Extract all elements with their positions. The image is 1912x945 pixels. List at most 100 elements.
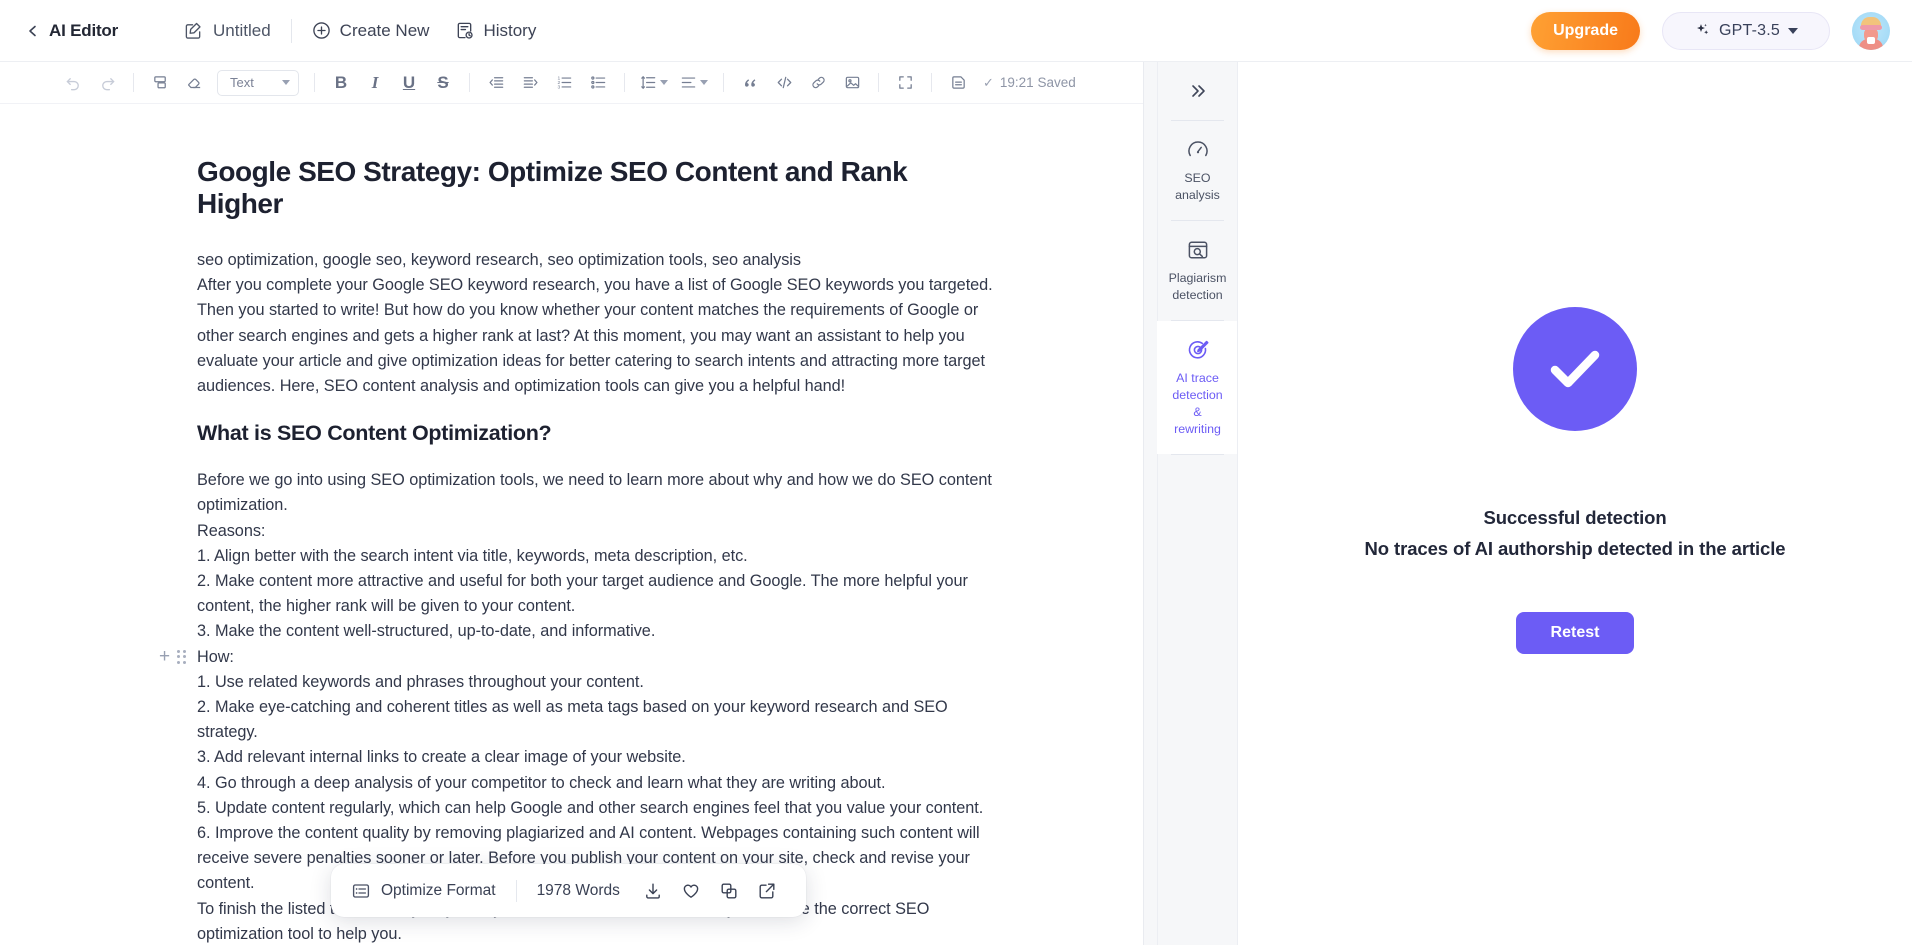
format-painter-icon[interactable] xyxy=(143,68,177,98)
sidebar-item-ai-trace-detection[interactable]: AI trace detection & rewriting xyxy=(1158,321,1237,454)
doc-line: 1. Align better with the search intent v… xyxy=(197,546,748,565)
undo-icon[interactable] xyxy=(56,68,90,98)
chevron-left-icon[interactable] xyxy=(26,24,40,38)
toolbar-divider xyxy=(624,73,625,92)
quote-icon[interactable] xyxy=(733,68,767,98)
doc-line: 4. Go through a deep analysis of your co… xyxy=(197,773,886,792)
sparkle-icon xyxy=(1694,22,1711,39)
keywords-line: seo optimization, google seo, keyword re… xyxy=(197,251,801,269)
toolbar-divider xyxy=(723,73,724,92)
document-action-bar: Optimize Format 1978 Words xyxy=(331,864,806,917)
toolbar-divider xyxy=(133,73,134,92)
copy-button[interactable] xyxy=(710,874,748,908)
sidebar-item-label-2: detection xyxy=(1172,388,1223,402)
sidebar-item-seo-analysis[interactable]: SEO analysis xyxy=(1158,121,1237,220)
format-toolbar: Text B I U S 123 ✓ 19:21 Saved xyxy=(0,62,1143,104)
text-style-value: Text xyxy=(230,75,254,90)
line-height-button[interactable] xyxy=(634,68,674,98)
share-button[interactable] xyxy=(748,874,786,908)
link-icon[interactable] xyxy=(801,68,835,98)
ordered-list-icon[interactable]: 123 xyxy=(547,68,581,98)
download-button[interactable] xyxy=(634,874,672,908)
section-heading: What is SEO Content Optimization? xyxy=(197,421,552,446)
editor-column: Text B I U S 123 ✓ 19:21 Saved + Google … xyxy=(0,62,1144,945)
chevron-down-icon xyxy=(700,80,708,85)
fullscreen-icon[interactable] xyxy=(888,68,922,98)
create-new-button[interactable]: Create New xyxy=(312,20,430,41)
create-new-label: Create New xyxy=(339,20,430,40)
document-scroll-area[interactable]: + Google SEO Strategy: Optimize SEO Cont… xyxy=(0,104,1143,945)
check-icon: ✓ xyxy=(983,74,994,90)
download-icon xyxy=(643,881,663,901)
code-icon[interactable] xyxy=(767,68,801,98)
upgrade-button[interactable]: Upgrade xyxy=(1531,11,1640,50)
toolbar-divider xyxy=(469,73,470,92)
tool-rail: SEO analysis Plagiarism detection AI tra… xyxy=(1158,62,1238,945)
save-status: ✓ 19:21 Saved xyxy=(983,75,1076,91)
toolbar-divider xyxy=(878,73,879,92)
eraser-icon[interactable] xyxy=(177,68,211,98)
back-and-title[interactable]: AI Editor xyxy=(26,21,118,41)
top-bar: AI Editor Untitled Create New History Up… xyxy=(0,0,1912,62)
detection-result-panel: Successful detection No traces of AI aut… xyxy=(1238,62,1912,945)
bold-button[interactable]: B xyxy=(324,68,358,98)
model-selector[interactable]: GPT-3.5 xyxy=(1662,11,1830,50)
copy-icon xyxy=(719,881,739,901)
main-area: Text B I U S 123 ✓ 19:21 Saved + Google … xyxy=(0,62,1912,945)
sidebar-item-label-3: & xyxy=(1193,405,1202,419)
doc-line: 3. Add relevant internal links to create… xyxy=(197,748,686,767)
sidebar-item-label: Plagiarism xyxy=(1168,271,1227,285)
avatar[interactable] xyxy=(1852,11,1890,50)
chevrons-right-icon xyxy=(1188,81,1208,101)
document-name: Untitled xyxy=(213,20,271,40)
align-button[interactable] xyxy=(674,68,714,98)
avatar-headband xyxy=(1860,24,1882,30)
doc-line: 3. Make the content well-structured, up-… xyxy=(197,622,656,641)
block-gutter-controls[interactable]: + xyxy=(159,647,186,666)
image-icon[interactable] xyxy=(835,68,869,98)
indent-icon[interactable] xyxy=(513,68,547,98)
strikethrough-button[interactable]: S xyxy=(426,68,460,98)
text-style-select[interactable]: Text xyxy=(217,69,299,96)
sidebar-item-label-2: analysis xyxy=(1175,188,1220,202)
sidebar-item-label-4: rewriting xyxy=(1174,422,1221,436)
external-link-icon xyxy=(757,881,777,901)
app-title: AI Editor xyxy=(49,20,119,40)
rail-divider xyxy=(1171,454,1224,455)
optimize-format-label: Optimize Format xyxy=(381,881,496,899)
list-format-icon xyxy=(351,881,371,901)
toolbar-divider xyxy=(931,73,932,92)
save-icon[interactable] xyxy=(941,68,975,98)
word-count: 1978 Words xyxy=(536,881,620,899)
history-button[interactable]: History xyxy=(455,21,536,41)
italic-button[interactable]: I xyxy=(358,68,392,98)
redo-icon[interactable] xyxy=(90,68,124,98)
chevron-down-icon xyxy=(660,80,668,85)
plus-icon[interactable]: + xyxy=(159,647,170,666)
history-label: History xyxy=(483,20,537,40)
doc-line: How: xyxy=(197,647,234,666)
plagiarism-search-icon xyxy=(1186,238,1210,262)
sidebar-item-plagiarism-detection[interactable]: Plagiarism detection xyxy=(1158,221,1237,320)
drag-handle-icon[interactable] xyxy=(177,649,186,664)
check-circle-icon xyxy=(1513,307,1637,431)
gauge-icon xyxy=(1186,138,1210,162)
page-title: Google SEO Strategy: Optimize SEO Conten… xyxy=(197,156,908,219)
save-status-text: 19:21 Saved xyxy=(999,75,1076,90)
document-body[interactable]: + Google SEO Strategy: Optimize SEO Cont… xyxy=(159,156,997,945)
toolbar-divider xyxy=(314,73,315,92)
favorite-button[interactable] xyxy=(672,874,710,908)
collapse-panel-button[interactable] xyxy=(1158,62,1237,120)
sidebar-item-label: AI trace xyxy=(1176,371,1219,385)
intro-paragraph: After you complete your Google SEO keywo… xyxy=(197,276,993,396)
chevron-down-icon xyxy=(282,80,290,85)
underline-button[interactable]: U xyxy=(392,68,426,98)
retest-button[interactable]: Retest xyxy=(1516,612,1634,654)
bullet-list-icon[interactable] xyxy=(581,68,615,98)
sidebar-item-label-2: detection xyxy=(1172,288,1223,302)
optimize-format-button[interactable]: Optimize Format xyxy=(351,881,496,901)
outdent-icon[interactable] xyxy=(479,68,513,98)
history-icon xyxy=(455,21,474,40)
result-title: Successful detection xyxy=(1483,507,1667,528)
document-name-button[interactable]: Untitled xyxy=(184,21,271,41)
